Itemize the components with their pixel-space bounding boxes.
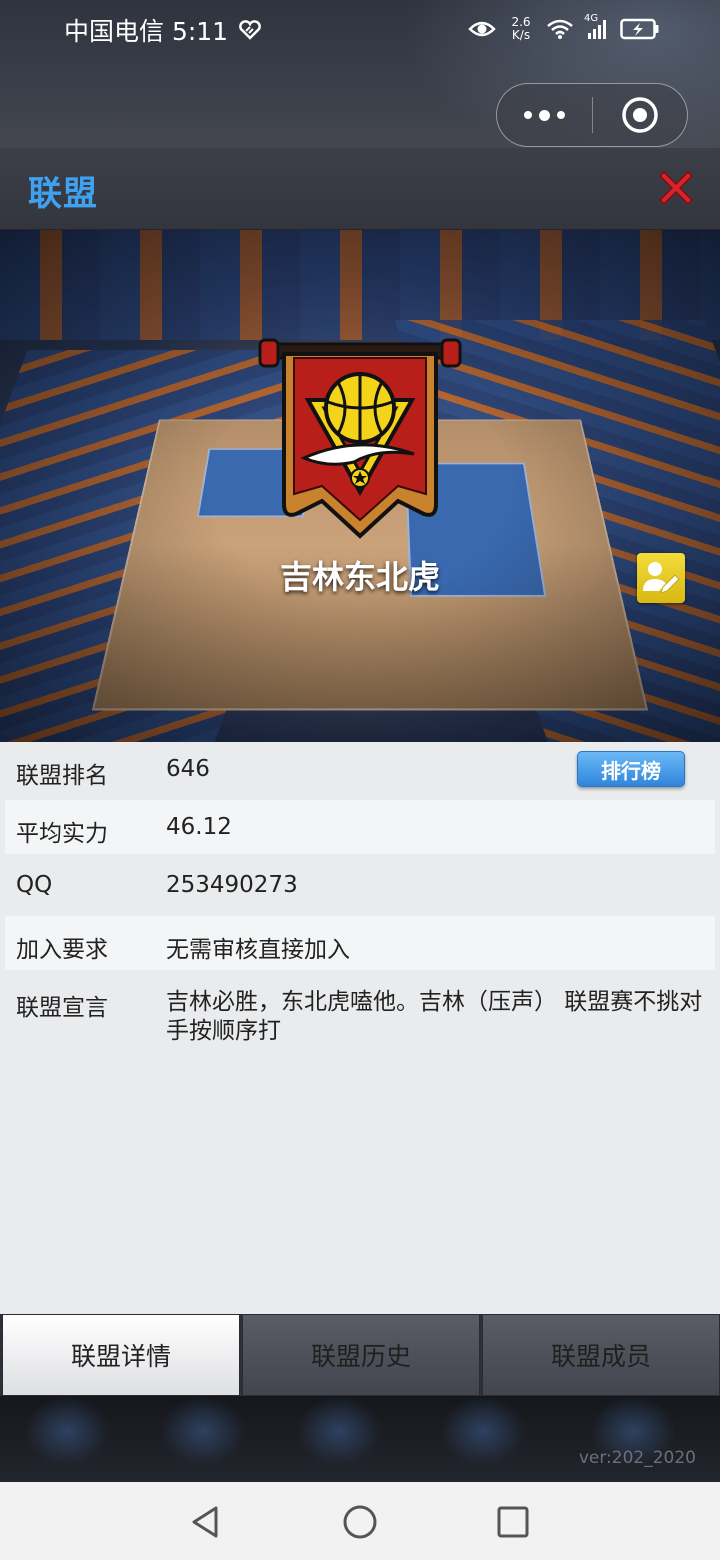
status-left: 中国电信 5:11	[64, 14, 262, 46]
home-circle-icon[interactable]	[340, 1502, 380, 1542]
info-row-join-requirement: 加入要求 无需审核直接加入	[5, 916, 715, 970]
target-icon	[622, 97, 658, 133]
signal-group: 4G	[584, 13, 610, 41]
rank-value: 646	[166, 756, 210, 782]
join-requirement-label: 加入要求	[16, 937, 108, 963]
leaderboard-button[interactable]: 排行榜	[577, 751, 685, 787]
back-triangle-icon[interactable]	[186, 1502, 226, 1542]
declaration-value: 吉林必胜，东北虎嗑他。吉林（压声） 联盟赛不挑对手按顺序打	[166, 989, 703, 1044]
declaration-label: 联盟宣言	[16, 995, 108, 1021]
tab-alliance-history[interactable]: 联盟历史	[242, 1314, 480, 1396]
alliance-info-panel: 联盟排名 646 排行榜 平均实力 46.12 QQ 253490273 加入要…	[0, 742, 720, 1314]
battery-charging-icon	[620, 18, 659, 40]
carrier-time: 中国电信 5:11	[64, 17, 229, 46]
eye-icon	[468, 21, 496, 37]
net-speed-unit: K/s	[511, 28, 531, 42]
cell-signal-icon	[588, 20, 606, 39]
team-name: 吉林东北虎	[279, 558, 440, 596]
avg-strength-value: 46.12	[166, 814, 232, 840]
join-requirement-value: 无需审核直接加入	[166, 937, 350, 963]
mini-program-capsule	[496, 83, 688, 147]
tab-alliance-members[interactable]: 联盟成员	[482, 1314, 720, 1396]
info-row-rank: 联盟排名 646 排行榜	[5, 742, 715, 796]
exit-mini-program-button[interactable]	[593, 96, 687, 134]
net-speed: 2.6 K/s	[506, 16, 536, 42]
edit-profile-icon	[643, 562, 680, 594]
blurred-menu-icon	[24, 1396, 110, 1466]
more-dot-icon	[557, 111, 565, 119]
info-row-qq: QQ 253490273	[5, 858, 715, 912]
edit-team-button[interactable]	[637, 553, 685, 603]
status-right: 2.6 K/s 4G	[468, 12, 660, 46]
team-hero: 吉林东北虎	[0, 230, 720, 742]
underlying-menu-strip: ver:202_2020	[0, 1396, 720, 1482]
info-row-avg-strength: 平均实力 46.12	[5, 800, 715, 854]
recents-square-icon[interactable]	[493, 1502, 533, 1542]
version-label: ver:202_2020	[578, 1448, 696, 1468]
wifi-icon	[547, 19, 573, 39]
team-badge-icon	[258, 338, 462, 539]
blurred-menu-icon	[440, 1396, 526, 1466]
avg-strength-label: 平均实力	[16, 821, 108, 847]
more-menu-button[interactable]	[497, 84, 592, 146]
page-title: 联盟	[28, 174, 98, 214]
blurred-menu-icon	[160, 1396, 246, 1466]
heart-sync-icon	[239, 20, 261, 40]
title-bar: 联盟	[0, 148, 720, 230]
qq-value: 253490273	[166, 872, 298, 898]
qq-label: QQ	[16, 872, 53, 898]
more-dot-icon	[539, 109, 550, 121]
status-bar: 中国电信 5:11 2.6 K/s 4G	[0, 0, 720, 148]
rank-label: 联盟排名	[16, 763, 108, 789]
blurred-menu-icon	[296, 1396, 382, 1466]
bottom-tabs: 联盟详情 联盟历史 联盟成员	[0, 1314, 720, 1396]
tab-alliance-details[interactable]: 联盟详情	[2, 1314, 240, 1396]
more-dot-icon	[524, 111, 532, 119]
info-row-declaration: 联盟宣言 吉林必胜，东北虎嗑他。吉林（压声） 联盟赛不挑对手按顺序打	[5, 974, 715, 1064]
system-navigation-bar	[0, 1482, 720, 1560]
close-icon[interactable]	[652, 164, 700, 212]
